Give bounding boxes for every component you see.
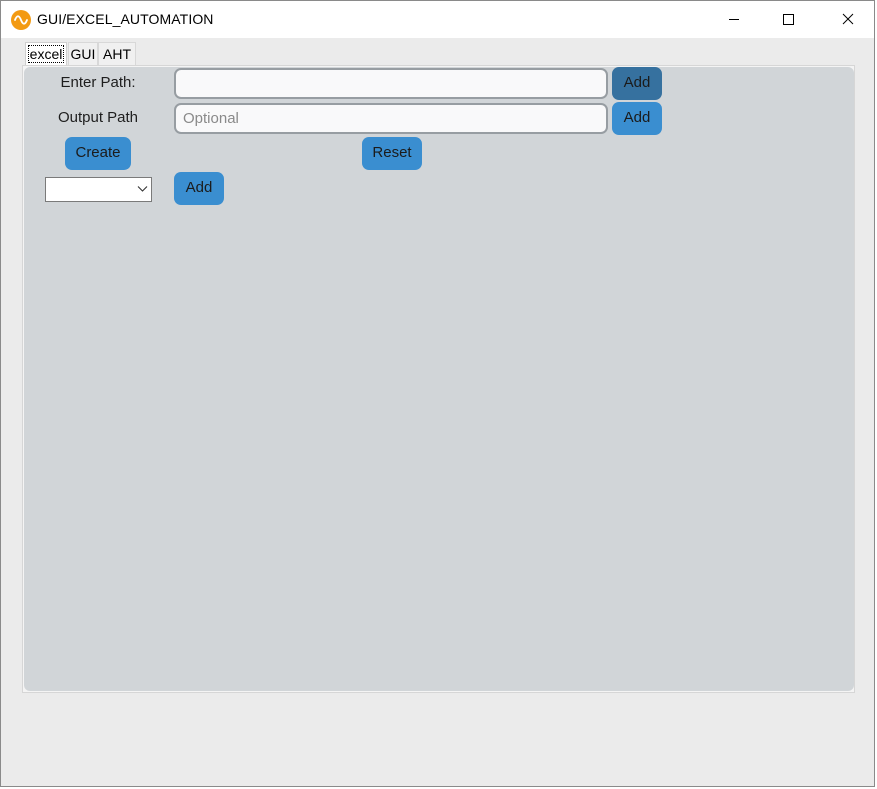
minimize-button[interactable]	[711, 1, 757, 38]
title-bar: GUI/EXCEL_AUTOMATION	[1, 1, 874, 38]
excel-tab-panel	[24, 67, 854, 691]
tab-aht-label: AHT	[103, 46, 131, 62]
window-title: GUI/EXCEL_AUTOMATION	[37, 11, 214, 27]
chevron-down-icon	[137, 186, 148, 192]
app-sine-wave-icon	[11, 10, 31, 30]
sheet-dropdown[interactable]	[45, 177, 152, 202]
output-path-label: Output Path	[57, 109, 139, 126]
output-path-add-button[interactable]: Add	[612, 102, 662, 135]
enter-path-add-button[interactable]: Add	[612, 67, 662, 100]
enter-path-label: Enter Path:	[60, 74, 136, 91]
tab-excel[interactable]: excel	[25, 42, 67, 65]
close-icon	[842, 13, 854, 25]
tab-excel-label: excel	[27, 45, 65, 63]
maximize-icon	[783, 14, 794, 25]
tab-aht[interactable]: AHT	[98, 42, 136, 65]
minimize-icon	[729, 19, 739, 20]
reset-button[interactable]: Reset	[362, 137, 422, 170]
dropdown-add-button[interactable]: Add	[174, 172, 224, 205]
create-button[interactable]: Create	[65, 137, 131, 170]
tab-gui[interactable]: GUI	[68, 42, 98, 65]
enter-path-input[interactable]	[174, 68, 608, 99]
app-window: GUI/EXCEL_AUTOMATION excel GUI AHT Enter…	[0, 0, 875, 787]
tab-gui-label: GUI	[70, 46, 96, 62]
close-button[interactable]	[825, 1, 871, 38]
maximize-button[interactable]	[765, 1, 811, 38]
output-path-input[interactable]	[174, 103, 608, 134]
